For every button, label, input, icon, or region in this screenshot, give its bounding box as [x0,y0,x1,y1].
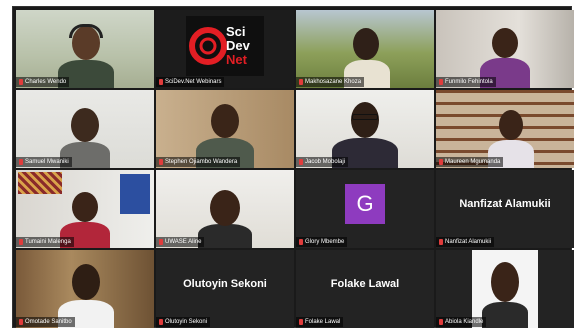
mic-muted-icon [159,79,163,85]
participant-name-label: Glory Mbembe [296,237,348,247]
video-tile-charles-wendo[interactable]: Charles Wendo [16,10,154,88]
video-tile-maureen-mgumanda[interactable]: Maureen Mgumanda [436,90,574,168]
logo-line-1: Sci [226,24,246,39]
mic-muted-icon [19,239,23,245]
person-silhouette [482,302,528,328]
participant-name-label: Abiola Kiandle [436,317,487,327]
video-tile-samuel-mwaniki[interactable]: Samuel Mwaniki [16,90,154,168]
video-tile-nanfizat-alamukii[interactable]: Nanfizat Alamukii Nanfizat Alamukii [436,170,574,248]
mic-muted-icon [19,79,23,85]
wall-poster [120,174,150,214]
video-tile-folake-lawal[interactable]: Folake Lawal Folake Lawal [296,250,434,328]
wall-art [18,172,62,194]
video-tile-jacob-mobolaji[interactable]: Jacob Mobolaji [296,90,434,168]
person-head [353,28,379,60]
mic-muted-icon [19,159,23,165]
person-head [492,28,518,58]
video-tile-uwase-aline[interactable]: UWASE Aline [156,170,294,248]
mic-muted-icon [439,319,443,325]
participant-name-label: Stephen Ojiambo Wandera [156,157,241,167]
person-head [491,262,519,302]
logo-line-3: Net [226,52,247,67]
participant-display-name: Olutoyin Sekoni [183,278,267,290]
person-head [499,110,523,140]
mic-muted-icon [159,319,163,325]
participant-display-name: Folake Lawal [330,278,400,290]
mic-muted-icon [439,239,443,245]
participant-name-label: UWASE Aline [156,237,205,247]
glasses-icon [352,114,378,120]
mic-muted-icon [19,319,23,325]
person-head [72,192,98,222]
mic-muted-icon [299,79,303,85]
person-head [211,104,239,138]
person-head [71,108,99,142]
participant-display-name: Nanfizat Alamukii [459,198,551,210]
video-tile-abiola-kiandle[interactable]: Abiola Kiandle [436,250,574,328]
participant-name-label: Olutoyin Sekoni [156,317,211,327]
participant-name-label: Tumaini Malenga [16,237,74,247]
mic-muted-icon [439,79,443,85]
mic-muted-icon [299,159,303,165]
scidev-logo: Sci Dev Net [186,16,264,76]
video-tile-olutoyin-sekoni[interactable]: Olutoyin Sekoni Olutoyin Sekoni [156,250,294,328]
participant-name-label: Samuel Mwaniki [16,157,72,167]
person-head [72,264,100,300]
mic-muted-icon [159,239,163,245]
participant-name-label: SciDev.Net Webinars [156,77,225,87]
participant-name-label: Jacob Mobolaji [296,157,349,167]
video-tile-scidev-webinars[interactable]: Sci Dev Net SciDev.Net Webinars [156,10,294,88]
video-tile-funmilo-fehintola[interactable]: Funmilo Fehintola [436,10,574,88]
participant-name-label: Funmilo Fehintola [436,77,496,87]
participant-name-label: Folake Lawal [296,317,344,327]
video-tile-omotade-sanitbo[interactable]: Omotade Sanitbo [16,250,154,328]
mic-muted-icon [299,239,303,245]
scidev-logo-ring-icon [189,27,227,65]
video-grid: Charles Wendo Sci Dev Net SciDev.Net Web… [12,6,574,328]
participant-name-label: Nanfizat Alamukii [436,237,495,247]
video-tile-tumaini-malenga[interactable]: Tumaini Malenga [16,170,154,248]
participant-name-label: Charles Wendo [16,77,70,87]
mic-muted-icon [299,319,303,325]
mic-muted-icon [439,159,443,165]
video-tile-stephen-ojiambo-wandera[interactable]: Stephen Ojiambo Wandera [156,90,294,168]
logo-line-2: Dev [226,38,250,53]
participant-name-label: Makhosazane Khoza [296,77,365,87]
participant-name-label: Maureen Mgumanda [436,157,504,167]
mic-muted-icon [159,159,163,165]
participant-avatar: G [345,184,385,224]
person-head [210,190,240,226]
participant-name-label: Omotade Sanitbo [16,317,75,327]
video-tile-glory-mbembe[interactable]: G Glory Mbembe [296,170,434,248]
person-silhouette [198,224,252,248]
video-tile-makhosazane-khoza[interactable]: Makhosazane Khoza [296,10,434,88]
person-head [351,102,379,138]
